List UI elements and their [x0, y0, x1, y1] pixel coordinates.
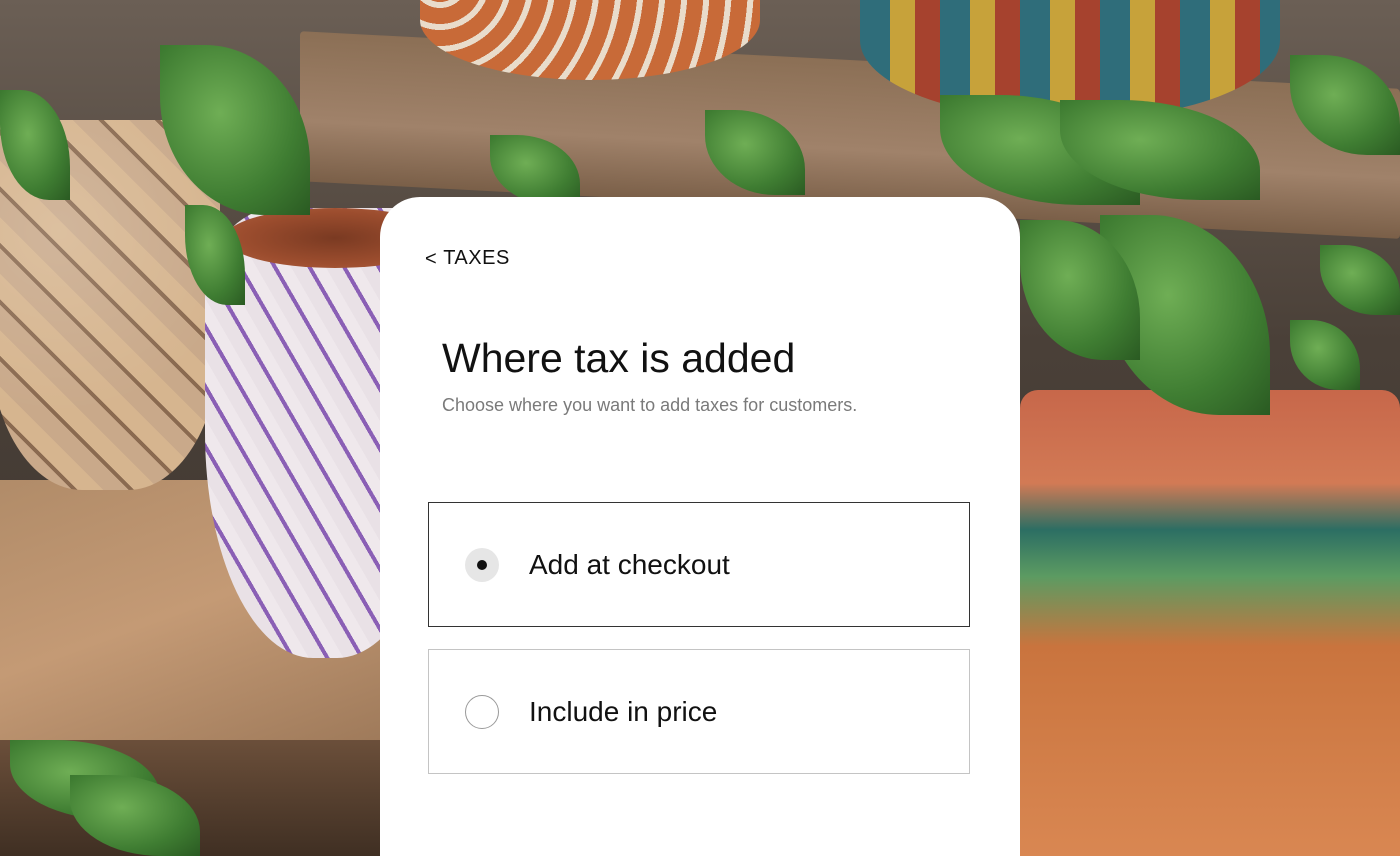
plant-leaf — [1320, 245, 1400, 315]
page-title: Where tax is added — [442, 335, 796, 381]
option-add-at-checkout[interactable]: Add at checkout — [428, 502, 970, 627]
chevron-left-icon: < — [425, 247, 438, 270]
terracotta-painted-pot — [1020, 390, 1400, 856]
option-include-in-price[interactable]: Include in price — [428, 649, 970, 774]
back-label: TAXES — [443, 247, 510, 269]
plant-leaf — [1290, 320, 1360, 390]
back-button[interactable]: < TAXES — [425, 247, 510, 270]
page-subtitle: Choose where you want to add taxes for c… — [442, 395, 858, 415]
tax-settings-card: < TAXES Where tax is added Choose where … — [380, 197, 1020, 856]
option-label: Add at checkout — [529, 548, 730, 580]
radio-dot-icon — [477, 559, 487, 570]
radio-button-checked[interactable] — [465, 547, 499, 582]
background-photo: < TAXES Where tax is added Choose where … — [0, 0, 1400, 856]
option-label: Include in price — [529, 695, 718, 727]
radio-button-unchecked[interactable] — [465, 694, 499, 729]
